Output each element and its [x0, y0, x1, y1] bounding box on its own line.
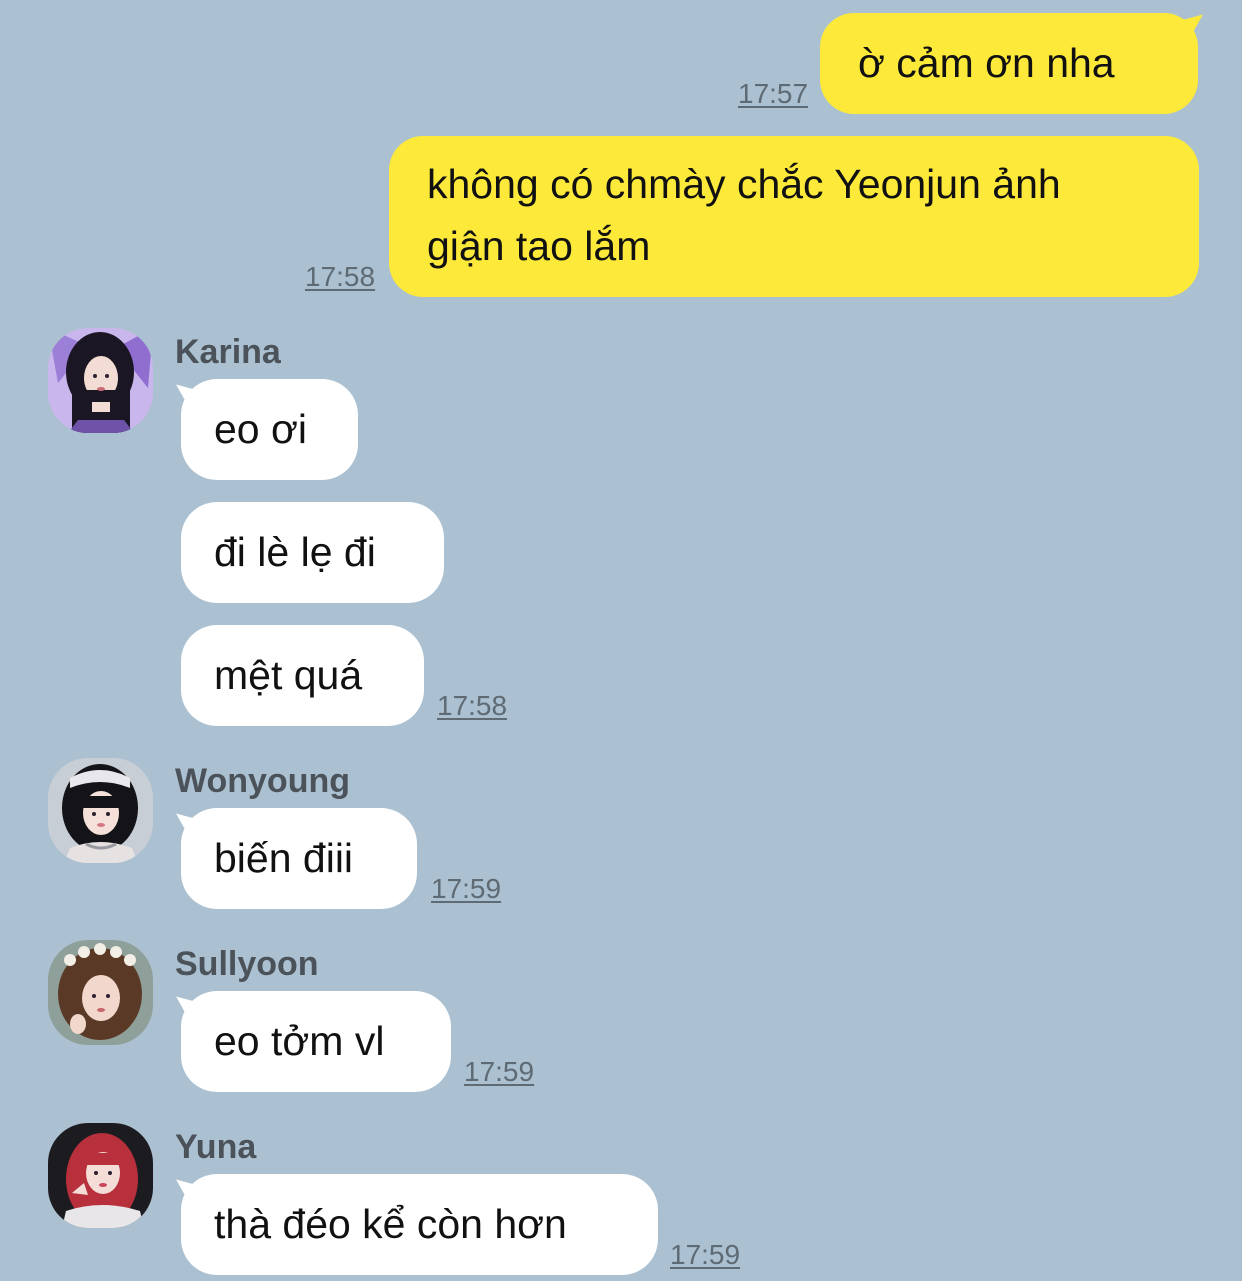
outgoing-message[interactable]: không có chmày chắc Yeonjun ảnh giận tao… [389, 136, 1199, 297]
wonyoung-avatar[interactable] [48, 758, 153, 863]
message-text-line: giận tao lắm [427, 223, 651, 269]
message-text: mệt quá [214, 652, 363, 698]
outgoing-message[interactable]: ờ cảm ơn nha [820, 13, 1198, 114]
incoming-message[interactable]: eo tởm vl [181, 991, 451, 1092]
message-text-line: không có chmày chắc Yeonjun ảnh [427, 161, 1061, 207]
message-timestamp: 17:59 [670, 1239, 741, 1270]
sender-name: Yuna [175, 1128, 257, 1166]
sender-name: Karina [175, 333, 281, 371]
message-text: biến điii [214, 835, 354, 881]
message-timestamp: 17:59 [431, 873, 502, 904]
incoming-message[interactable]: biến điii [181, 808, 417, 909]
sullyoon-avatar[interactable] [48, 940, 153, 1045]
incoming-message[interactable]: đi lè lẹ đi [181, 502, 444, 603]
message-timestamp: 17:57 [738, 78, 809, 109]
message-timestamp: 17:58 [437, 690, 508, 721]
message-text: đi lè lẹ đi [214, 529, 376, 575]
chat-area: ờ cảm ơn nha 17:57 không có chmày chắc Y… [0, 0, 1242, 1281]
message-timestamp: 17:59 [464, 1056, 535, 1087]
yuna-avatar[interactable] [48, 1123, 153, 1228]
sender-name: Sullyoon [175, 945, 319, 983]
message-timestamp: 17:58 [305, 261, 376, 292]
incoming-message[interactable]: thà đéo kể còn hơn [181, 1174, 658, 1275]
message-text: ờ cảm ơn nha [858, 40, 1115, 86]
incoming-message[interactable]: eo ơi [181, 379, 358, 480]
karina-avatar[interactable] [48, 328, 153, 433]
message-text: eo tởm vl [214, 1018, 385, 1064]
message-text: thà đéo kể còn hơn [214, 1201, 567, 1247]
incoming-message[interactable]: mệt quá [181, 625, 424, 726]
sender-name: Wonyoung [175, 762, 350, 800]
message-text: eo ơi [214, 406, 307, 452]
